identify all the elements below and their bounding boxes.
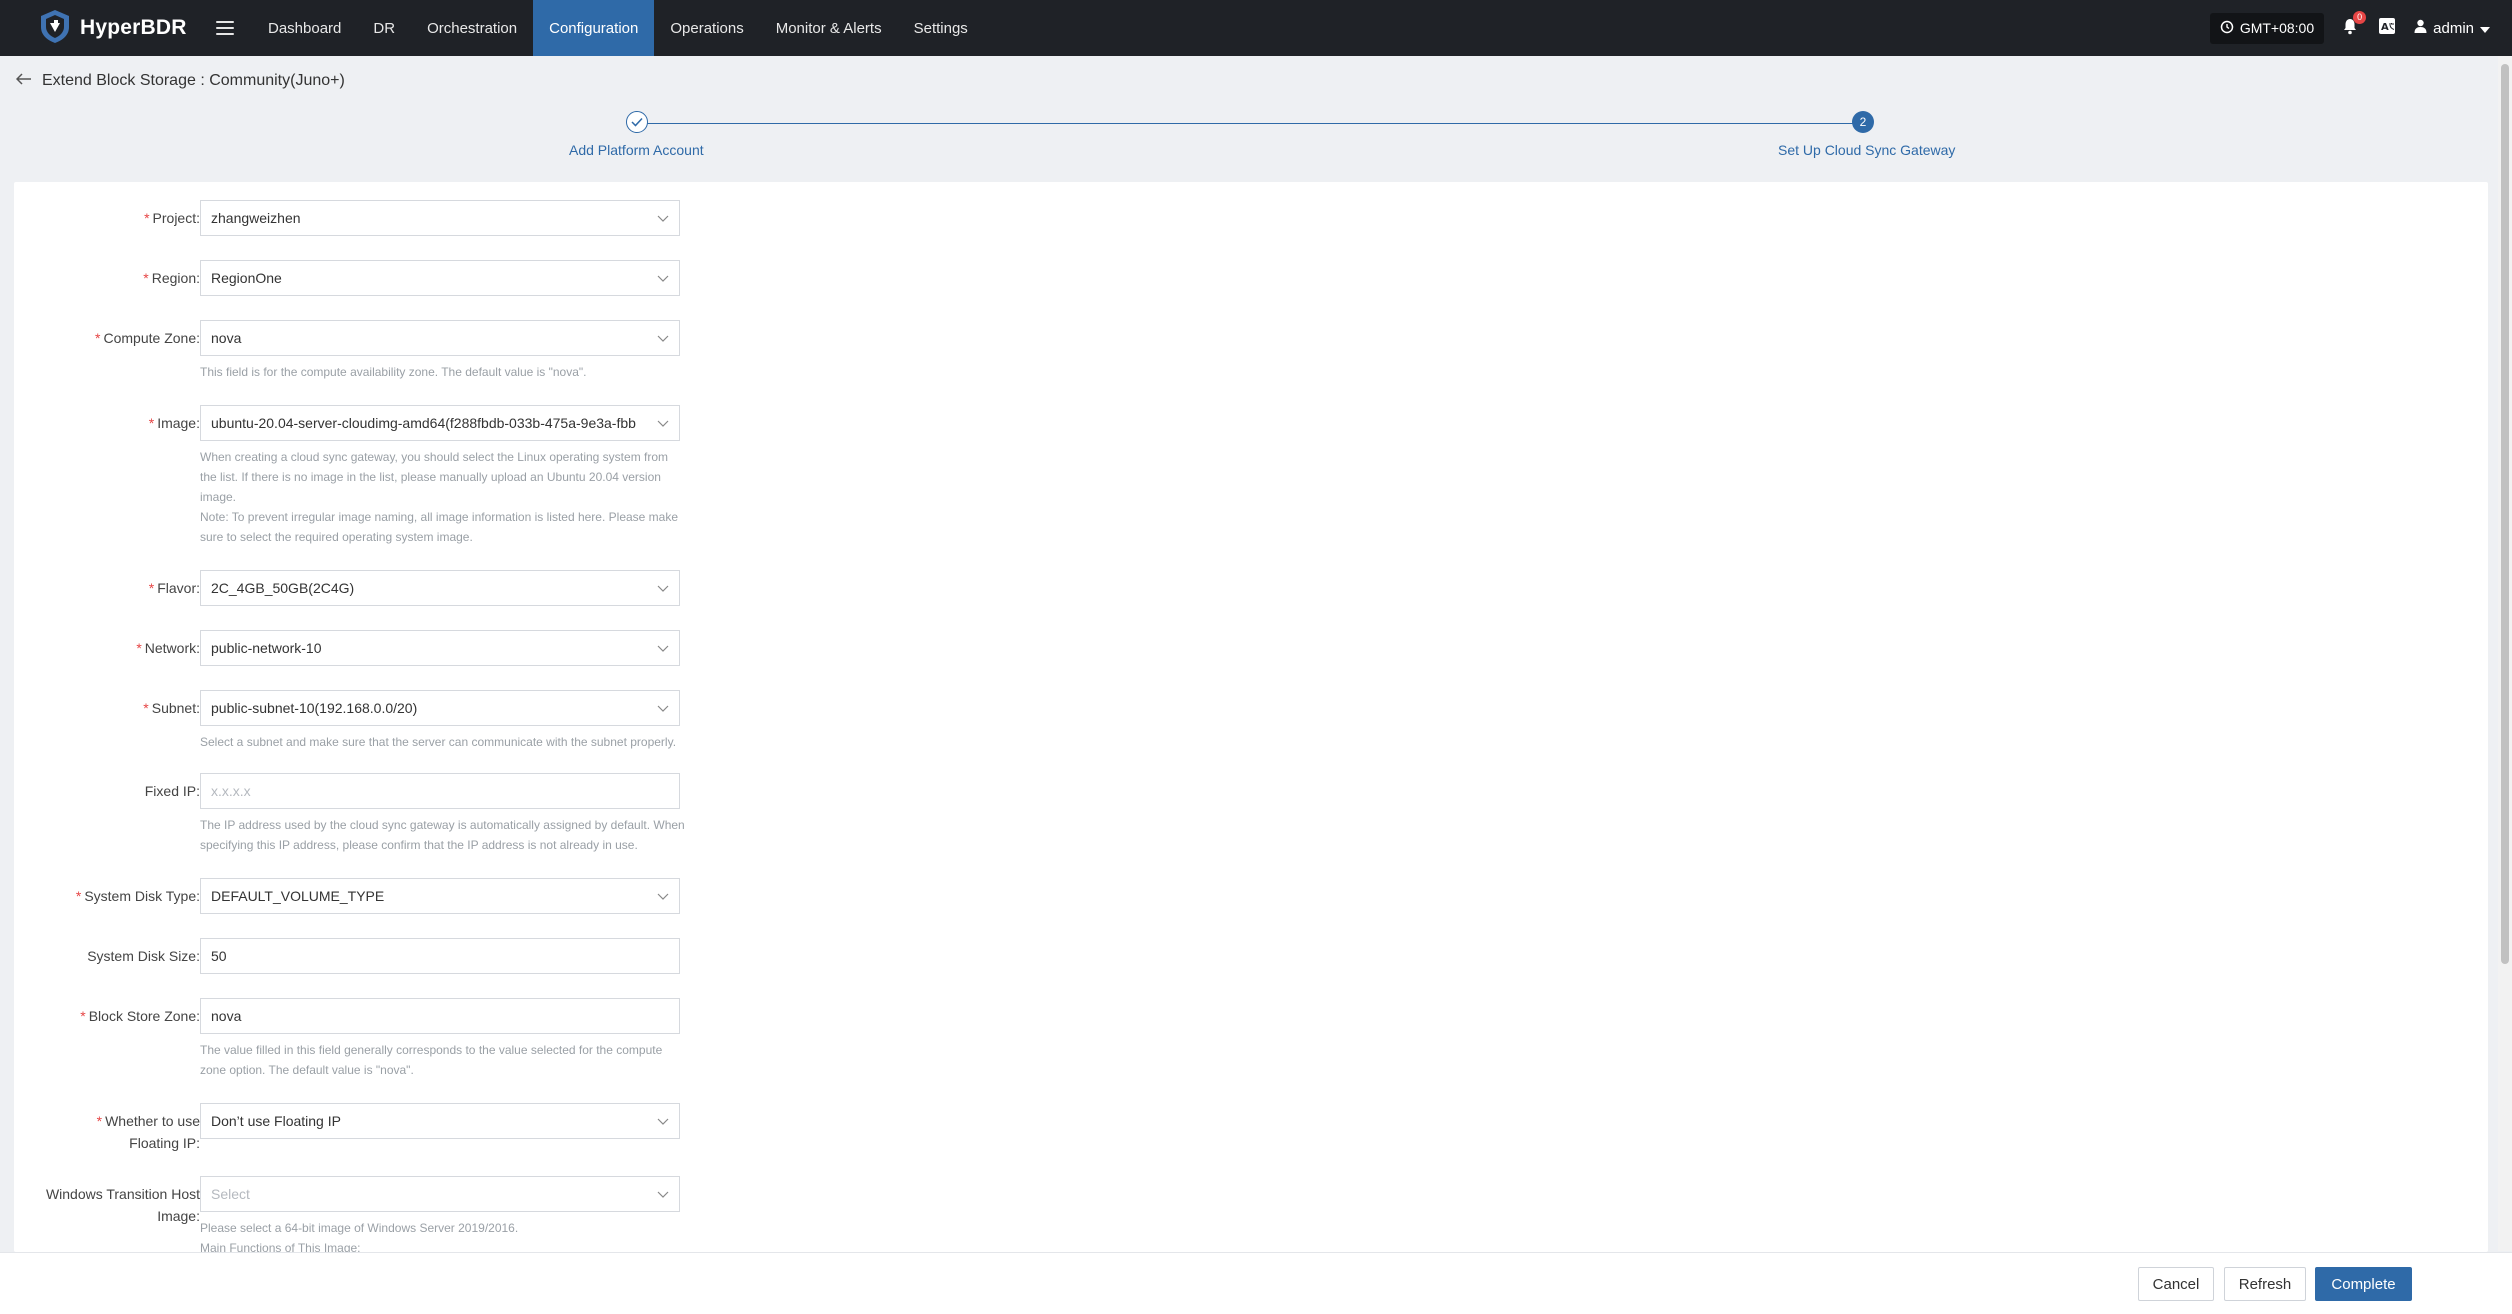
chevron-down-icon [657, 1118, 669, 1125]
fixed-ip-help: The IP address used by the cloud sync ga… [200, 818, 685, 852]
floating-ip-select[interactable]: Don’t use Floating IP [200, 1103, 680, 1139]
floating-ip-label: * Whether to use Floating IP: [96, 1113, 200, 1151]
block-store-zone-help: The value filled in this field generally… [200, 1043, 663, 1077]
region-select[interactable]: RegionOne [200, 260, 680, 296]
nav-settings[interactable]: Settings [898, 0, 984, 56]
network-select[interactable]: public-network-10 [200, 630, 680, 666]
user-icon [2414, 19, 2427, 37]
chevron-down-icon [657, 1191, 669, 1198]
nav-operations[interactable]: Operations [654, 0, 759, 56]
compute-zone-label: * Compute Zone: [95, 330, 200, 346]
chevron-down-icon [657, 335, 669, 342]
nav-configuration[interactable]: Configuration [533, 0, 655, 56]
fixed-ip-label: Fixed IP: [144, 783, 200, 799]
scrollbar-thumb[interactable] [2501, 64, 2509, 964]
refresh-button[interactable]: Refresh [2224, 1267, 2306, 1301]
nav-dashboard[interactable]: Dashboard [252, 0, 357, 56]
step-1-check-icon [626, 111, 648, 133]
main-nav: Dashboard DR Orchestration Configuration… [252, 0, 984, 56]
compute-zone-help: This field is for the compute availabili… [200, 365, 587, 379]
image-help: When creating a cloud sync gateway, you … [200, 450, 679, 544]
brand[interactable]: HyperBDR [38, 8, 188, 49]
cancel-button[interactable]: Cancel [2138, 1267, 2214, 1301]
fixed-ip-input[interactable]: x.x.x.x [200, 773, 680, 809]
page-title: Extend Block Storage : Community(Juno+) [42, 72, 345, 89]
system-disk-size-label: System Disk Size: [87, 948, 200, 964]
system-disk-size-input[interactable]: 50 [200, 938, 680, 974]
chevron-down-icon [657, 645, 669, 652]
chevron-down-icon [657, 215, 669, 222]
menu-toggle-icon[interactable] [216, 21, 234, 35]
image-label: * Image: [148, 415, 200, 431]
svg-text:A: A [2381, 22, 2389, 33]
chevron-down-icon [657, 585, 669, 592]
brand-name: HyperBDR [80, 16, 187, 39]
page-header: Extend Block Storage : Community(Juno+) [15, 72, 345, 90]
block-store-zone-label: * Block Store Zone: [80, 1008, 200, 1024]
top-navbar: HyperBDR Dashboard DR Orchestration Conf… [0, 0, 2512, 56]
system-disk-type-label: * System Disk Type: [75, 888, 200, 904]
page-scrollbar[interactable] [2498, 56, 2512, 1251]
project-label: * Project: [144, 210, 200, 226]
windows-host-image-select[interactable]: Select [200, 1176, 680, 1212]
subnet-label: * Subnet: [143, 700, 200, 716]
caret-down-icon [2480, 20, 2490, 37]
step-connector [644, 123, 1857, 124]
gateway-form-panel: * Project: zhangweizhen * Region: RegionOn… [14, 182, 2488, 1252]
block-store-zone-input[interactable]: nova [200, 998, 680, 1034]
back-arrow-icon[interactable] [15, 72, 32, 90]
timezone-display[interactable]: GMT+08:00 [2209, 12, 2325, 44]
step-1-label: Add Platform Account [569, 142, 704, 158]
region-label: * Region: [143, 270, 200, 286]
system-disk-type-select[interactable]: DEFAULT_VOLUME_TYPE [200, 878, 680, 914]
footer-actions: Cancel Refresh Complete [0, 1252, 2512, 1314]
bell-icon [2342, 18, 2358, 39]
flavor-label: * Flavor: [148, 580, 200, 596]
language-switch-icon[interactable]: A [2378, 17, 2396, 40]
nav-dr[interactable]: DR [357, 0, 411, 56]
notification-badge: 0 [2353, 10, 2367, 24]
clock-icon [2220, 20, 2234, 37]
windows-host-image-help: Please select a 64-bit image of Windows … [200, 1221, 519, 1252]
chevron-down-icon [657, 420, 669, 427]
hyperbdr-logo-icon [38, 8, 72, 49]
username: admin [2433, 19, 2474, 37]
subnet-help: Select a subnet and make sure that the s… [200, 735, 677, 749]
nav-monitor-alerts[interactable]: Monitor & Alerts [760, 0, 898, 56]
nav-right: GMT+08:00 0 A admin [2209, 0, 2512, 56]
chevron-down-icon [657, 705, 669, 712]
user-menu[interactable]: admin [2414, 19, 2490, 37]
complete-button[interactable]: Complete [2315, 1267, 2412, 1301]
subnet-select[interactable]: public-subnet-10(192.168.0.0/20) [200, 690, 680, 726]
compute-zone-select[interactable]: nova [200, 320, 680, 356]
image-select[interactable]: ubuntu-20.04-server-cloudimg-amd64(f288f… [200, 405, 680, 441]
chevron-down-icon [657, 275, 669, 282]
wizard-steps: Add Platform Account 2 Set Up Cloud Sync… [0, 108, 2512, 164]
notifications-button[interactable]: 0 [2342, 10, 2367, 40]
timezone-label: GMT+08:00 [2239, 20, 2315, 36]
network-label: * Network: [136, 640, 200, 656]
step-2-label: Set Up Cloud Sync Gateway [1778, 142, 1956, 158]
step-2-number: 2 [1852, 111, 1874, 133]
project-select[interactable]: zhangweizhen [200, 200, 680, 236]
flavor-select[interactable]: 2C_4GB_50GB(2C4G) [200, 570, 680, 606]
chevron-down-icon [657, 893, 669, 900]
windows-host-image-label: Windows Transition Host Image: [45, 1186, 200, 1224]
nav-orchestration[interactable]: Orchestration [411, 0, 533, 56]
